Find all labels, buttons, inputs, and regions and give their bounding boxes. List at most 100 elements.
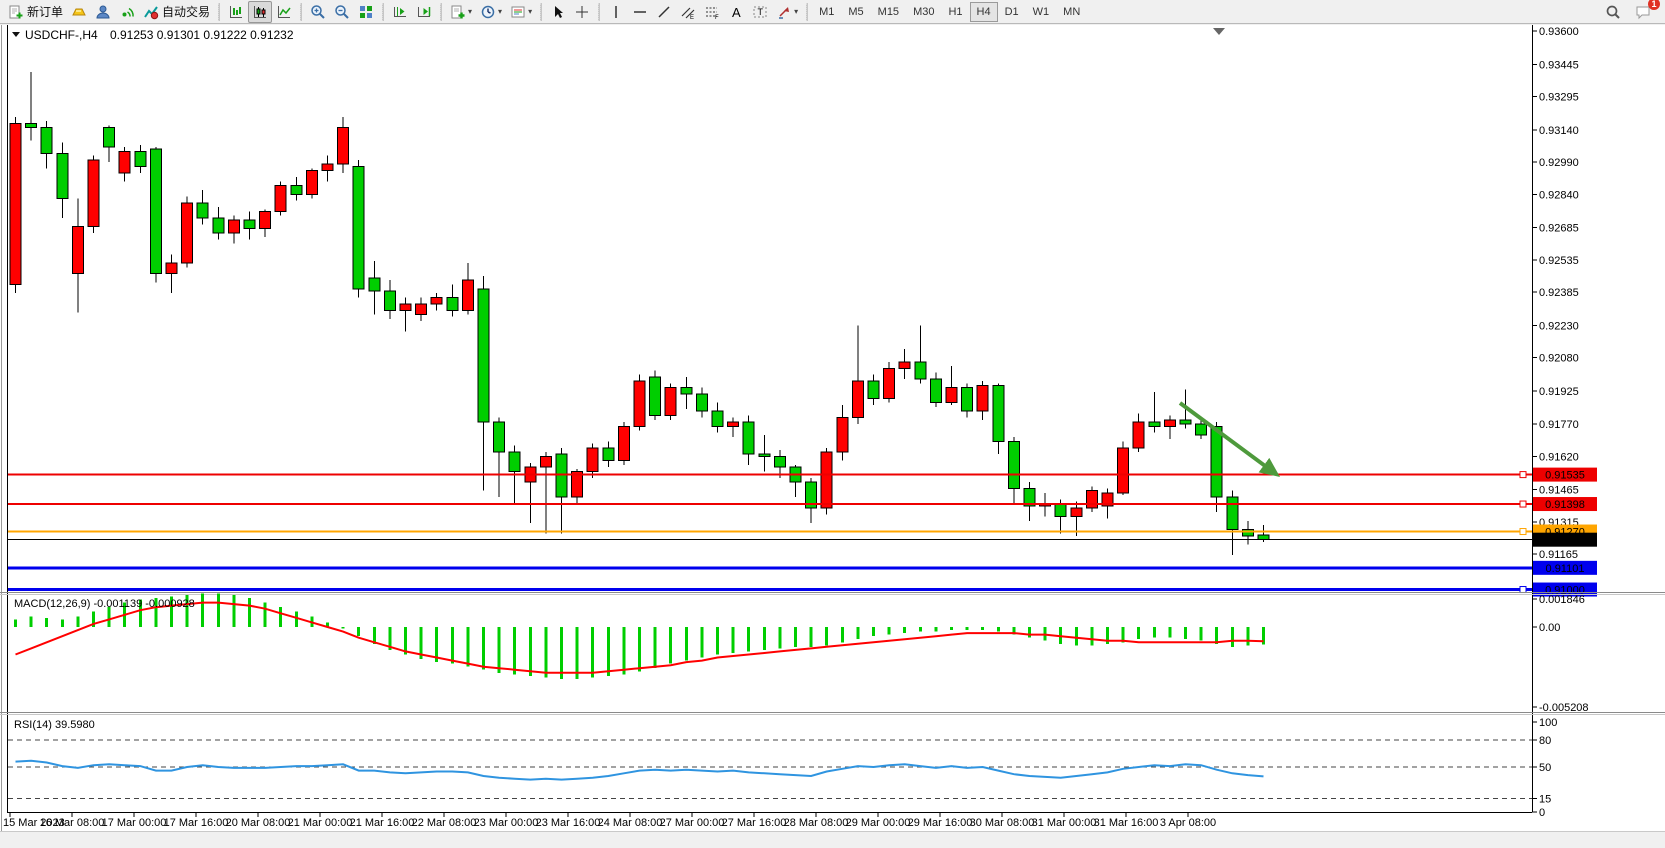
tile-windows-button[interactable] (354, 1, 378, 23)
hline-icon (632, 4, 648, 20)
tile-icon (358, 4, 374, 20)
channel-button[interactable]: E (676, 1, 700, 23)
tf-d1[interactable]: D1 (998, 2, 1026, 22)
macd-axis-label: -0.005208 (1539, 702, 1589, 714)
candle-bull (899, 362, 910, 368)
candle-bear (135, 151, 146, 166)
price-tick-label: 0.93140 (1539, 125, 1579, 137)
time-tick-label: 28 Mar 08:00 (784, 817, 849, 829)
candle-bear (509, 452, 520, 471)
profile-button[interactable] (91, 1, 115, 23)
tf-m1[interactable]: M1 (812, 2, 841, 22)
clock-icon (480, 4, 496, 20)
rsi-axis-label: 50 (1539, 762, 1551, 774)
line-drag-handle[interactable] (1520, 587, 1526, 593)
vertical-line-button[interactable] (604, 1, 628, 23)
candle-bear (930, 379, 941, 403)
tf-m30[interactable]: M30 (906, 2, 941, 22)
candle-bull (228, 220, 239, 233)
trendline-button[interactable] (652, 1, 676, 23)
chevron-down-icon[interactable]: ▾ (528, 7, 532, 16)
rsi-axis-label: 0 (1539, 807, 1545, 819)
candle-bear (603, 448, 614, 461)
tf-m5-label: M5 (848, 6, 863, 18)
tf-m5[interactable]: M5 (841, 2, 870, 22)
horizontal-line-button[interactable] (628, 1, 652, 23)
candle-bear (1196, 424, 1207, 435)
time-tick-label: 17 Mar 16:00 (164, 817, 229, 829)
price-tick-label: 0.91465 (1539, 485, 1579, 497)
zoom-in-icon (310, 4, 326, 20)
status-strip (0, 831, 1665, 843)
auto-scroll-button[interactable] (412, 1, 436, 23)
tf-w1-label: W1 (1033, 6, 1050, 18)
candle-bull (1118, 448, 1129, 493)
tf-m15-label: M15 (878, 6, 899, 18)
candle-bull (540, 456, 551, 467)
line-drag-handle[interactable] (1520, 529, 1526, 535)
price-tick-label: 0.93295 (1539, 92, 1579, 104)
tf-m1-label: M1 (819, 6, 834, 18)
tf-h1[interactable]: H1 (941, 2, 969, 22)
time-tick-label: 27 Mar 16:00 (722, 817, 787, 829)
candle-bear (41, 128, 52, 154)
gold-icon (71, 4, 87, 20)
label-icon: T (752, 4, 768, 20)
toolbar-separator (382, 3, 384, 21)
candlestick-button[interactable] (248, 1, 272, 23)
candle-bull (462, 280, 473, 310)
candle-bull (852, 381, 863, 418)
time-tick-label: 23 Mar 00:00 (474, 817, 539, 829)
candle-bull (88, 160, 99, 227)
text-button[interactable]: A (724, 1, 748, 23)
price-tick-label: 0.92535 (1539, 255, 1579, 267)
tf-w1[interactable]: W1 (1026, 2, 1057, 22)
rsi-axis-label: 15 (1539, 794, 1551, 806)
candle-bull (618, 426, 629, 460)
macd-axis-label: 0.00 (1539, 622, 1560, 634)
chart-shift-button[interactable] (388, 1, 412, 23)
candle-bear (962, 388, 973, 412)
candle-bear (104, 128, 115, 147)
arrows-button[interactable]: ▾ (772, 1, 802, 23)
line-chart-button[interactable] (272, 1, 296, 23)
line-drag-handle[interactable] (1520, 501, 1526, 507)
templates-button[interactable]: ▾ (506, 1, 536, 23)
tf-d1-label: D1 (1005, 6, 1019, 18)
svg-text:F: F (715, 15, 719, 20)
candle-bull (977, 385, 988, 411)
zoom-in-button[interactable] (306, 1, 330, 23)
tf-m15[interactable]: M15 (871, 2, 906, 22)
text-label-button[interactable]: T (748, 1, 772, 23)
candle-bear (1227, 497, 1238, 529)
search-button[interactable] (1601, 1, 1625, 23)
bar-chart-button[interactable] (224, 1, 248, 23)
chart-window: USDCHF-,H40.91253 0.91301 0.91222 0.9123… (0, 25, 1665, 843)
price-tick-label: 0.91620 (1539, 451, 1579, 463)
periods-button[interactable]: ▾ (476, 1, 506, 23)
tf-mn[interactable]: MN (1056, 2, 1087, 22)
chevron-down-icon[interactable]: ▾ (468, 7, 472, 16)
candle-bull (306, 171, 317, 195)
chart-canvas[interactable]: USDCHF-,H40.91253 0.91301 0.91222 0.9123… (0, 25, 1665, 843)
svg-text:T: T (758, 7, 764, 17)
cursor-button[interactable] (546, 1, 570, 23)
tf-h4[interactable]: H4 (970, 2, 998, 22)
crosshair-button[interactable] (570, 1, 594, 23)
zoom-out-button[interactable] (330, 1, 354, 23)
channel-icon: E (680, 4, 696, 20)
fibonacci-button[interactable]: F (700, 1, 724, 23)
candle-bear (743, 422, 754, 454)
chevron-down-icon[interactable]: ▾ (498, 7, 502, 16)
line-drag-handle[interactable] (1520, 472, 1526, 478)
line-icon (276, 4, 292, 20)
chevron-down-icon[interactable]: ▾ (794, 7, 798, 16)
indicators-button[interactable]: ▾ (446, 1, 476, 23)
chat-button[interactable]: 1 (1631, 1, 1655, 23)
signals-button[interactable] (115, 1, 139, 23)
autotrade-button[interactable]: 自动交易 (139, 1, 214, 23)
new-order-button[interactable]: 新订单 (4, 1, 67, 23)
price-tick-label: 0.92080 (1539, 353, 1579, 365)
gold-button[interactable] (67, 1, 91, 23)
time-tick-label: 21 Mar 16:00 (350, 817, 415, 829)
